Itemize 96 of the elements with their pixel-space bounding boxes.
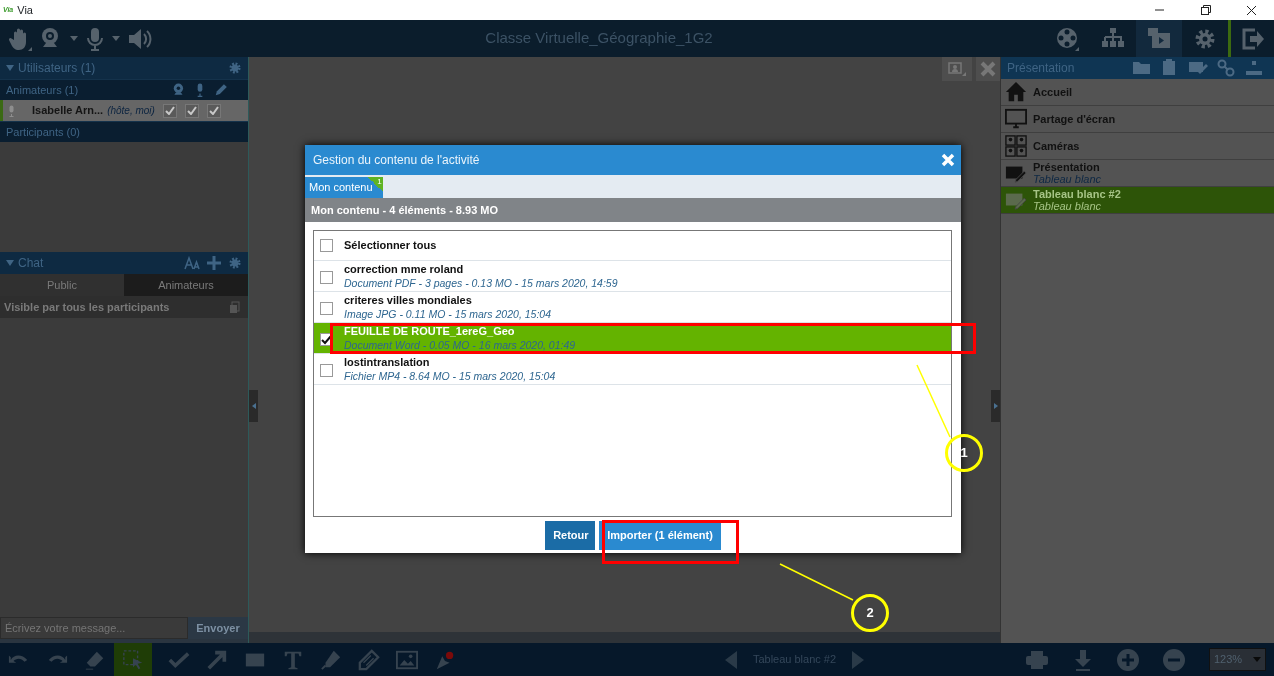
presentation-item[interactable]: Partage d'écran	[1001, 106, 1274, 133]
close-button[interactable]	[976, 57, 1000, 81]
checkbox[interactable]	[320, 271, 333, 284]
user-name: Isabelle Arn...	[32, 103, 104, 119]
close-icon[interactable]	[1245, 4, 1257, 16]
slides-icon[interactable]	[1147, 26, 1171, 51]
zoom-out-icon[interactable]	[1163, 648, 1185, 671]
next-icon[interactable]	[852, 650, 865, 669]
arrow-left-icon	[251, 403, 256, 409]
download-icon[interactable]	[1073, 648, 1093, 671]
arrow-icon	[206, 648, 228, 671]
select-all-label: Sélectionner tous	[344, 238, 437, 254]
permission-checkbox[interactable]	[206, 103, 221, 118]
file-details: Document PDF - 3 pages - 0.13 MO - 15 mars 2020, 14:59	[344, 275, 618, 290]
highlighter-icon	[320, 648, 342, 671]
camera-grid-icon	[1005, 135, 1027, 157]
file-row[interactable]: correction mme roland Document PDF - 3 pages - 0.13 MO - 15 mars 2020, 14:59	[314, 261, 951, 292]
webcam-icon	[172, 83, 186, 97]
home-icon	[1005, 81, 1027, 103]
item-subtitle: Tableau blanc	[1033, 173, 1102, 185]
zoom-in-icon[interactable]	[1117, 648, 1139, 671]
window-title: Via	[17, 2, 33, 18]
presentation-item[interactable]: Accueil	[1001, 79, 1274, 106]
checkbox[interactable]	[320, 364, 333, 377]
add-icon[interactable]	[206, 255, 222, 271]
collapse-caret-icon[interactable]	[6, 65, 14, 71]
summary-bar: Mon contenu - 4 éléments - 8.93 MO	[305, 198, 961, 222]
collapse-handle[interactable]	[991, 390, 1000, 422]
file-row[interactable]: criteres villes mondiales Image JPG - 0.11 MO - 15 mars 2020, 15:04	[314, 292, 951, 323]
send-button[interactable]: Envoyer	[188, 617, 248, 639]
callout-number: 1	[945, 434, 983, 472]
close-icon	[941, 153, 955, 167]
file-details: Image JPG - 0.11 MO - 15 mars 2020, 15:04	[344, 306, 551, 321]
content-tab[interactable]: Mon contenu 1	[305, 177, 383, 198]
arrow-right-icon	[993, 403, 998, 409]
close-button[interactable]	[941, 153, 955, 167]
chat-tab[interactable]: Animateurs	[124, 274, 248, 296]
selection-icon	[122, 648, 144, 671]
close-icon	[980, 61, 996, 77]
microphone-icon[interactable]	[86, 26, 104, 51]
presentation-item[interactable]: Tableau blanc #2 Tableau blanc	[1001, 187, 1274, 214]
pencil-icon	[358, 648, 380, 671]
user-role: (hôte, moi)	[107, 104, 155, 118]
item-title: Caméras	[1033, 140, 1080, 152]
item-subtitle: Tableau blanc	[1033, 200, 1103, 212]
message-input[interactable]: Écrivez votre message...	[0, 617, 188, 639]
group-title: Participants (0)	[6, 124, 80, 140]
collapse-caret-icon[interactable]	[6, 260, 14, 266]
raise-hand-icon[interactable]	[8, 26, 32, 51]
file-details: Fichier MP4 - 8.64 MO - 15 mars 2020, 15:04	[344, 368, 556, 383]
dialog-title: Gestion du contenu de l'activité	[313, 152, 480, 169]
file-name: criteres villes mondiales	[344, 293, 473, 307]
settings-icon[interactable]	[228, 61, 242, 75]
file-name: FEUILLE DE ROUTE_1ereG_Geo	[344, 324, 516, 338]
item-title: Partage d'écran	[1033, 113, 1116, 125]
previous-icon[interactable]	[724, 650, 737, 669]
audience-label: Visible par tous les participants	[4, 299, 171, 315]
film-reel-icon[interactable]	[1055, 26, 1079, 51]
panel-title: Chat	[18, 255, 45, 272]
chat-tab[interactable]: Public	[0, 274, 124, 296]
link-icon[interactable]	[1216, 58, 1236, 78]
file-name: correction mme roland	[344, 262, 465, 276]
caret-icon	[1253, 657, 1261, 662]
caret-icon[interactable]	[70, 36, 78, 41]
permission-checkbox[interactable]	[184, 103, 199, 118]
permission-checkbox[interactable]	[162, 103, 177, 118]
restore-icon[interactable]	[1199, 4, 1211, 16]
checkbox[interactable]	[320, 302, 333, 315]
microphone-icon	[7, 103, 16, 118]
file-details: Document Word - 0.05 MO - 16 mars 2020, 01:49	[344, 337, 576, 352]
settings-icon[interactable]	[228, 256, 242, 270]
collapse-handle[interactable]	[249, 390, 258, 422]
pencil-icon	[214, 83, 228, 97]
caret-icon[interactable]	[112, 36, 120, 41]
image-icon	[396, 648, 418, 671]
speaker-icon[interactable]	[128, 27, 154, 50]
back-button[interactable]: Retour	[545, 520, 596, 550]
callout-number: 2	[851, 594, 889, 632]
group-title: Animateurs (1)	[6, 82, 80, 98]
presentation-item[interactable]: Caméras	[1001, 133, 1274, 160]
font-size-icon[interactable]	[184, 256, 200, 270]
user-frame-icon	[948, 62, 966, 76]
exit-icon[interactable]	[1240, 26, 1265, 51]
item-title: Tableau blanc #2	[1033, 188, 1121, 200]
layout-button[interactable]	[942, 57, 972, 81]
item-title: Accueil	[1033, 86, 1073, 98]
session-title: Classe Virtuelle_Géographie_1G2	[485, 29, 713, 47]
zoom-select[interactable]: 123%	[1209, 648, 1266, 671]
file-row[interactable]: lostintranslation Fichier MP4 - 8.64 MO - 15 mars 2020, 15:04	[314, 354, 951, 385]
checkbox[interactable]	[320, 239, 333, 252]
monitor-icon	[1005, 108, 1027, 130]
toolbar-tab[interactable]	[1136, 20, 1182, 57]
file-name: lostintranslation	[344, 355, 431, 369]
copy-icon[interactable]	[229, 300, 240, 314]
panel-title: Utilisateurs (1)	[18, 60, 97, 77]
item-title: Présentation	[1033, 161, 1101, 173]
